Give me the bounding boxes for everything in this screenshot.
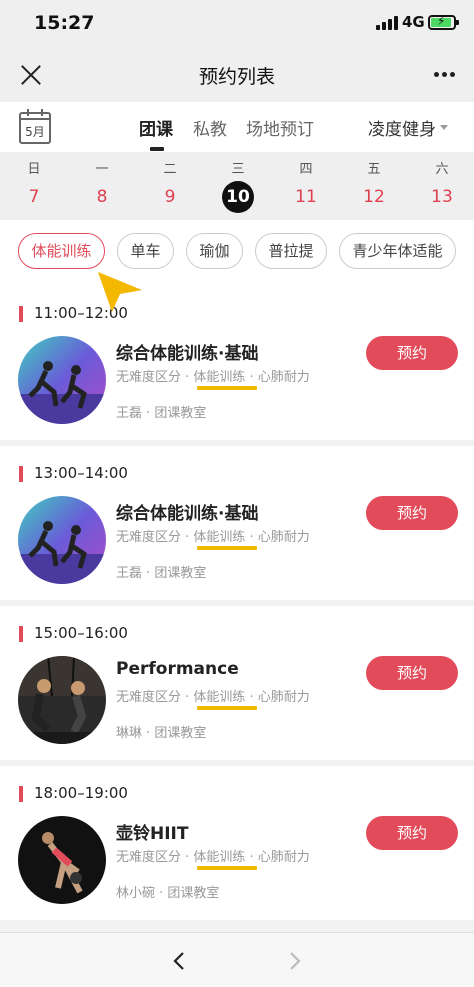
tab-private[interactable]: 私教 bbox=[193, 115, 227, 140]
class-card: 15:00–16:00 Performance 无难度区分 · 体能训练 · 心… bbox=[0, 606, 474, 760]
time-marker bbox=[19, 466, 23, 482]
date-label: 13 bbox=[431, 187, 453, 207]
trx-training-photo bbox=[18, 656, 106, 744]
chip-yoga[interactable]: 瑜伽 bbox=[186, 233, 243, 269]
nav-bar: 预约列表 bbox=[0, 46, 474, 102]
group-training-photo bbox=[18, 496, 106, 584]
class-card: 11:00–12:00 综合体能训练·基础 无难度区分 · 体能训练 · 心肺耐… bbox=[0, 286, 474, 440]
book-button[interactable]: 预约 bbox=[366, 656, 458, 690]
class-time: 18:00–19:00 bbox=[34, 784, 128, 802]
book-button[interactable]: 预约 bbox=[366, 816, 458, 850]
date-label-selected: 10 bbox=[222, 181, 254, 213]
group-training-photo bbox=[18, 336, 106, 424]
chip-pilates[interactable]: 普拉提 bbox=[255, 233, 327, 269]
chip-fitness[interactable]: 体能训练 bbox=[18, 233, 105, 269]
class-name: 壶铃HIIT bbox=[116, 824, 189, 844]
kettlebell-photo bbox=[18, 816, 106, 904]
weekday-label: 四 bbox=[299, 162, 313, 177]
day-fri[interactable]: 五 12 bbox=[354, 152, 394, 207]
tab-group-class[interactable]: 团课 bbox=[139, 115, 173, 140]
class-name: Performance bbox=[116, 659, 239, 679]
week-strip: 日7 一8 二9 三 10 四 11 五 12 六 13 bbox=[0, 152, 474, 220]
day-mon[interactable]: 一8 bbox=[82, 152, 122, 207]
weekday-label: 一 bbox=[95, 162, 109, 177]
category-chips: 体能训练 单车 瑜伽 普拉提 青少年体适能 bbox=[0, 220, 474, 286]
calendar-month: 5月 bbox=[25, 125, 45, 139]
forward-icon[interactable] bbox=[288, 951, 302, 971]
weekday-label: 二 bbox=[163, 162, 177, 177]
tab-venue[interactable]: 场地预订 bbox=[246, 115, 314, 140]
status-time: 15:27 bbox=[34, 12, 95, 34]
day-sun[interactable]: 日7 bbox=[14, 152, 54, 207]
book-button[interactable]: 预约 bbox=[366, 336, 458, 370]
book-button[interactable]: 预约 bbox=[366, 496, 458, 530]
signal-icon bbox=[376, 16, 398, 30]
class-tags: 无难度区分 · 体能训练 · 心肺耐力 bbox=[116, 370, 310, 385]
gym-selector[interactable]: 凌度健身 bbox=[368, 115, 436, 140]
tab-indicator bbox=[150, 147, 164, 151]
class-coach: 林小碗 · 团课教室 bbox=[116, 886, 220, 901]
page-title: 预约列表 bbox=[198, 66, 275, 88]
weekday-label: 日 bbox=[27, 162, 41, 177]
weekday-label: 五 bbox=[367, 162, 381, 177]
class-card: 18:00–19:00 壶铃HIIT 无难度区分 · 体能训练 · 心肺耐力 林… bbox=[0, 766, 474, 920]
class-card: 13:00–14:00 综合体能训练·基础 无难度区分 · 体能训练 · 心肺耐… bbox=[0, 446, 474, 600]
class-time: 15:00–16:00 bbox=[34, 624, 128, 642]
more-icon[interactable] bbox=[434, 72, 456, 78]
status-bar: 15:27 4G ⚡ bbox=[0, 0, 474, 46]
network-label: 4G bbox=[402, 13, 425, 31]
pointer-arrow-icon bbox=[98, 272, 142, 312]
chip-cycling[interactable]: 单车 bbox=[117, 233, 174, 269]
day-thu[interactable]: 四 11 bbox=[286, 152, 326, 207]
time-marker bbox=[19, 626, 23, 642]
class-tags: 无难度区分 · 体能训练 · 心肺耐力 bbox=[116, 850, 310, 865]
date-label: 11 bbox=[295, 187, 317, 207]
weekday-label: 三 bbox=[231, 162, 245, 177]
weekday-label: 六 bbox=[435, 162, 449, 177]
back-icon[interactable] bbox=[172, 951, 186, 971]
day-wed[interactable]: 三 10 bbox=[218, 152, 258, 213]
tag-highlight bbox=[197, 386, 257, 390]
class-name: 综合体能训练·基础 bbox=[116, 504, 259, 524]
class-name: 综合体能训练·基础 bbox=[116, 344, 259, 364]
class-tags: 无难度区分 · 体能训练 · 心肺耐力 bbox=[116, 530, 310, 545]
tag-highlight bbox=[197, 866, 257, 870]
time-marker bbox=[19, 306, 23, 322]
day-sat[interactable]: 六 13 bbox=[422, 152, 462, 207]
battery-icon: ⚡ bbox=[428, 14, 459, 30]
date-label: 7 bbox=[28, 187, 40, 207]
time-marker bbox=[19, 786, 23, 802]
day-tue[interactable]: 二9 bbox=[150, 152, 190, 207]
bottom-toolbar bbox=[0, 932, 474, 987]
class-coach: 王磊 · 团课教室 bbox=[116, 566, 207, 581]
date-label: 8 bbox=[96, 187, 108, 207]
chip-youth[interactable]: 青少年体适能 bbox=[339, 233, 456, 269]
tag-highlight bbox=[197, 706, 257, 710]
calendar-icon[interactable]: 5月 bbox=[19, 109, 51, 144]
chevron-down-icon[interactable] bbox=[440, 125, 448, 130]
tag-highlight bbox=[197, 546, 257, 550]
class-tags: 无难度区分 · 体能训练 · 心肺耐力 bbox=[116, 690, 310, 705]
tab-bar: 5月 团课 私教 场地预订 凌度健身 bbox=[0, 102, 474, 152]
class-coach: 王磊 · 团课教室 bbox=[116, 406, 207, 421]
date-label: 12 bbox=[363, 187, 385, 207]
date-label: 9 bbox=[164, 187, 176, 207]
class-coach: 琳琳 · 团课教室 bbox=[116, 726, 207, 741]
class-time: 13:00–14:00 bbox=[34, 464, 128, 482]
